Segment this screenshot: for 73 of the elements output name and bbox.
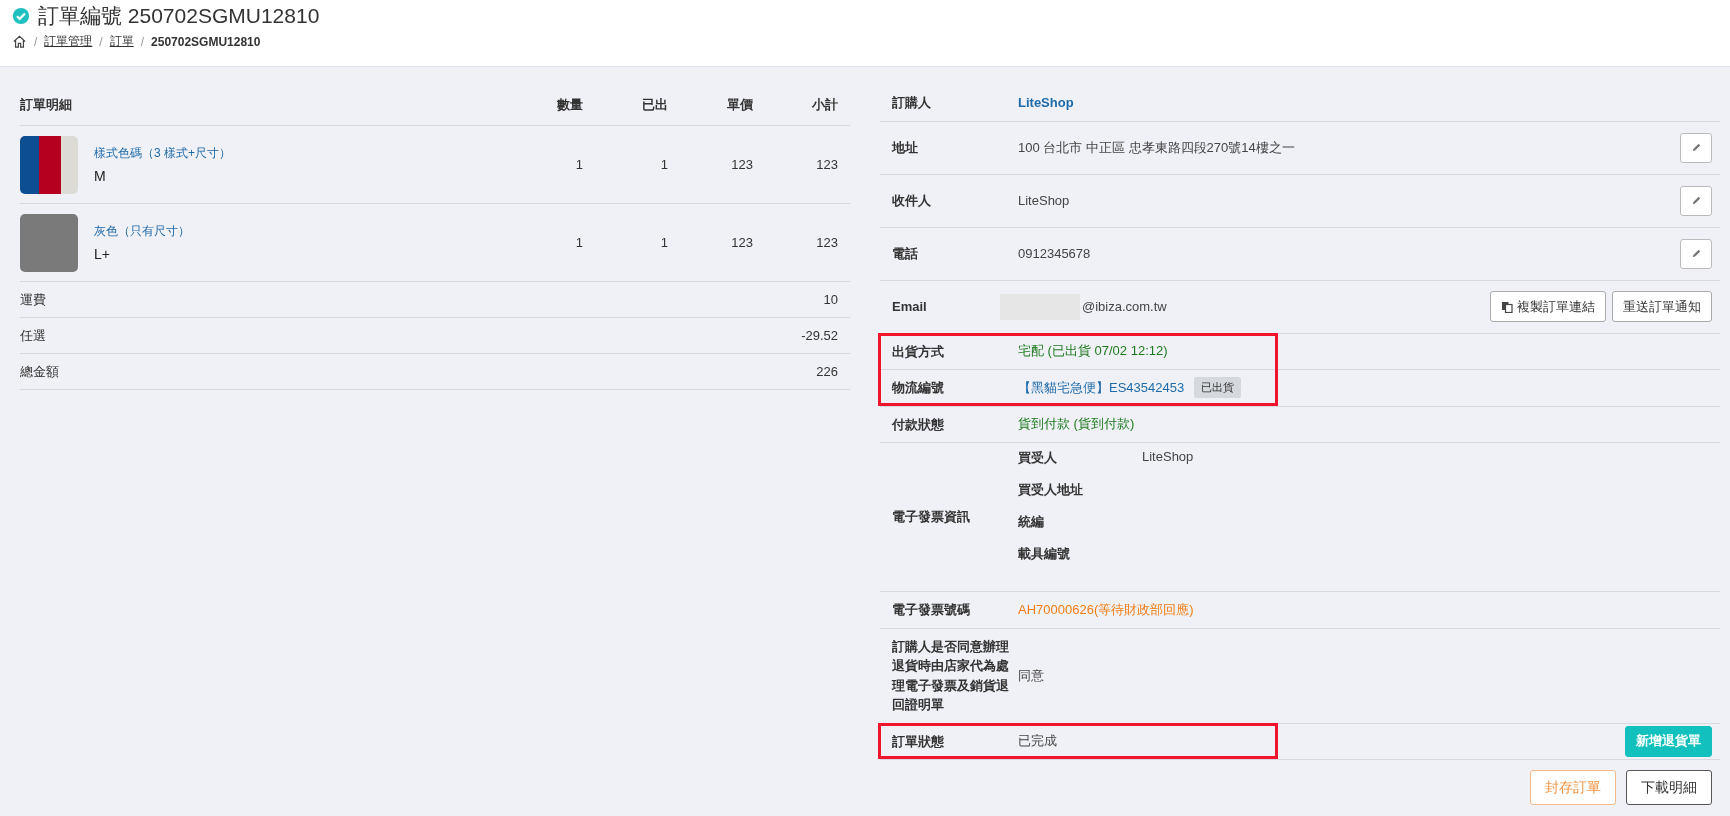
field-label: 電子發票資訊 bbox=[892, 508, 971, 527]
breadcrumb-separator: / bbox=[99, 34, 103, 49]
column-header: 單價 bbox=[726, 96, 753, 114]
field-label: 物流編號 bbox=[892, 379, 945, 397]
field-label: 出貨方式 bbox=[892, 342, 945, 361]
table-cell-text: 1 bbox=[659, 235, 668, 250]
breadcrumb-separator: / bbox=[34, 34, 38, 49]
pencil-icon bbox=[1690, 142, 1702, 153]
breadcrumb-current: 250702SGMU12810 bbox=[151, 34, 261, 49]
status-badge: 已出貨 bbox=[1194, 377, 1242, 399]
field-label: 付款狀態 bbox=[892, 415, 945, 434]
buyer-link[interactable]: LiteShop bbox=[1018, 95, 1074, 111]
column-header: 訂單明細 bbox=[20, 96, 73, 114]
summary-label: 總金額 bbox=[20, 362, 59, 381]
edit-button[interactable] bbox=[1680, 185, 1712, 216]
tracking-link[interactable]: 【黑貓宅急便】ES43542453 bbox=[1018, 378, 1185, 397]
product-photo-placeholder bbox=[20, 213, 78, 272]
field-value: 0912345678 bbox=[1018, 246, 1091, 261]
table-cell-text: 1 bbox=[574, 235, 583, 250]
summary-value: -29.52 bbox=[801, 328, 838, 343]
pencil-icon bbox=[1690, 248, 1702, 259]
column-header: 已出 bbox=[641, 96, 668, 114]
field-value: 同意 bbox=[1018, 666, 1044, 685]
summary-label: 任選 bbox=[20, 326, 46, 345]
field-value: 宅配 (已出貨 07/02 12:12) bbox=[1018, 342, 1168, 361]
invoice-field-label: 載具編號 bbox=[1018, 545, 1071, 563]
field-label: 訂單狀態 bbox=[892, 732, 945, 751]
table-cell-text: 123 bbox=[815, 157, 838, 172]
table-cell-text: 123 bbox=[815, 235, 838, 250]
copy-icon bbox=[1501, 300, 1513, 313]
edit-button[interactable] bbox=[1680, 132, 1712, 163]
pencil-icon bbox=[1690, 195, 1702, 206]
check-circle-icon bbox=[12, 7, 30, 25]
field-label: 地址 bbox=[892, 138, 919, 157]
breadcrumb-link[interactable]: 訂單 bbox=[109, 33, 134, 50]
home-icon[interactable] bbox=[12, 34, 27, 49]
product-variant: L+ bbox=[94, 246, 111, 262]
column-header: 小計 bbox=[811, 96, 838, 114]
product-name-link[interactable]: 灰色（只有尺寸） bbox=[94, 223, 190, 240]
field-value: LiteShop bbox=[1018, 193, 1070, 208]
field-value: 已完成 bbox=[1018, 732, 1057, 751]
summary-value: 10 bbox=[823, 292, 838, 307]
field-label: 收件人 bbox=[892, 191, 932, 210]
invoice-field-label: 買受人 bbox=[1018, 449, 1058, 467]
edit-button[interactable] bbox=[1680, 238, 1712, 269]
field-label: 訂購人是否同意辦理退貨時由店家代為處理電子發票及銷貨退回證明單 bbox=[892, 637, 1010, 714]
field-value: @ibiza.com.tw bbox=[1082, 299, 1167, 314]
field-value: AH70000626(等待財政部回應) bbox=[1018, 600, 1194, 619]
field-value: 貨到付款 (貨到付款) bbox=[1018, 415, 1135, 434]
field-label: Email bbox=[892, 297, 928, 316]
invoice-field-value: LiteShop bbox=[1142, 449, 1194, 466]
field-label: 訂購人 bbox=[892, 94, 932, 112]
breadcrumb-separator: / bbox=[140, 34, 145, 49]
table-cell-text: 123 bbox=[730, 157, 753, 172]
table-cell-text: 123 bbox=[730, 235, 753, 250]
field-label: 電話 bbox=[892, 244, 919, 263]
summary-value: 226 bbox=[816, 364, 838, 379]
page-title: 訂單編號 250702SGMU12810 bbox=[38, 3, 320, 29]
column-header: 數量 bbox=[556, 96, 583, 114]
table-cell-text: 1 bbox=[574, 157, 583, 172]
invoice-field-label: 統編 bbox=[1018, 513, 1045, 531]
breadcrumb-link[interactable]: 訂單管理 bbox=[44, 33, 93, 50]
copy-link-button[interactable]: 複製訂單連結 bbox=[1490, 291, 1606, 322]
field-label: 電子發票號碼 bbox=[892, 601, 971, 619]
summary-label: 運費 bbox=[20, 290, 46, 309]
resend-button[interactable]: 重送訂單通知 bbox=[1612, 291, 1712, 322]
product-variant: M bbox=[94, 168, 107, 184]
download-button[interactable]: 下載明細 bbox=[1626, 770, 1712, 805]
product-name-link[interactable]: 樣式色碼（3 樣式+尺寸） bbox=[94, 145, 231, 162]
invoice-field-label: 買受人地址 bbox=[1018, 481, 1084, 499]
product-photo-placeholder bbox=[20, 135, 78, 194]
table-cell-text: 1 bbox=[659, 157, 668, 172]
field-value: 100 台北市 中正區 忠孝東路四段270號14樓之一 bbox=[1018, 138, 1295, 157]
